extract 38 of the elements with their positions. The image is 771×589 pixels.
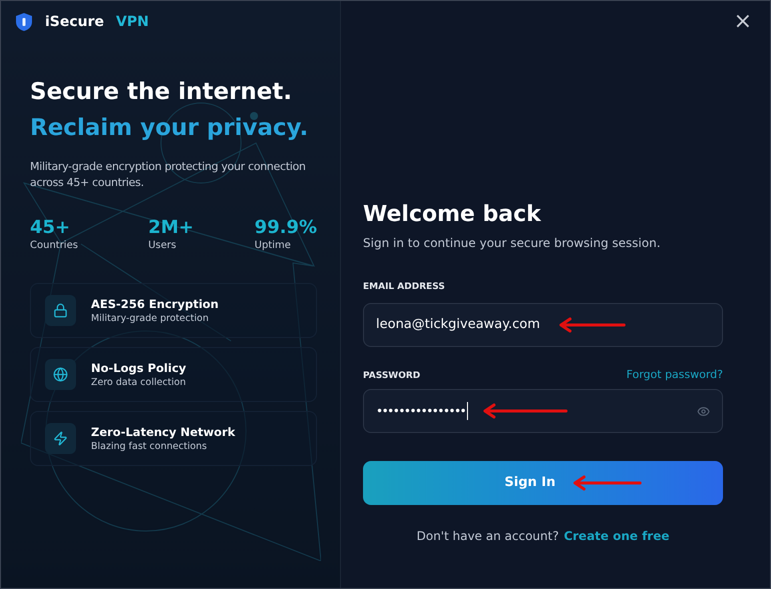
feature-subtitle: Blazing fast connections: [91, 440, 208, 452]
feature-subtitle: Zero data collection: [91, 376, 186, 388]
email-field[interactable]: leona@tickgiveaway.com: [363, 302, 723, 346]
annotation-arrow-icon: [482, 403, 568, 419]
hero-description: Military-grade encryption protecting your connection across 45+ countries.: [30, 159, 307, 191]
shield-logo-icon: [15, 12, 33, 32]
feature-title: No-Logs Policy: [91, 360, 186, 376]
stat-value: 45+: [30, 217, 72, 239]
login-subtitle: Sign in to continue your secure browsing session.: [363, 235, 662, 251]
email-label: EMAIL ADDRESS: [363, 281, 446, 294]
close-button[interactable]: ×: [730, 11, 756, 33]
signup-prompt: Don't have an account?: [416, 528, 559, 545]
stat-value: 2M+: [148, 217, 195, 239]
forgot-password-link[interactable]: Forgot password?: [626, 366, 723, 383]
lock-icon: [53, 303, 68, 318]
stat-value: 99.9%: [254, 217, 317, 239]
app-name-accent: VPN: [116, 12, 149, 32]
login-title: Welcome back: [363, 201, 542, 229]
app-name: iSecure: [45, 12, 104, 32]
lightning-icon: [53, 431, 68, 446]
password-field[interactable]: ••••••••••••••••: [363, 389, 723, 433]
stat-label: Users: [148, 239, 178, 253]
feature-title: Zero-Latency Network: [91, 424, 236, 440]
create-account-link[interactable]: Create one free: [564, 527, 670, 545]
eye-icon[interactable]: [697, 404, 710, 418]
hero-title: Secure the internet.: [30, 78, 293, 107]
sign-in-button[interactable]: Sign In: [363, 461, 723, 505]
stat-label: Uptime: [254, 239, 292, 253]
stat-label: Countries: [30, 239, 79, 253]
globe-icon: [53, 367, 68, 382]
feature-subtitle: Military-grade protection: [91, 312, 210, 324]
email-value: leona@tickgiveaway.com: [376, 316, 540, 334]
annotation-arrow-icon: [558, 316, 626, 332]
password-label: PASSWORD: [363, 370, 420, 382]
annotation-arrow-icon: [572, 475, 642, 491]
hero-subtitle: Reclaim your privacy.: [30, 114, 310, 143]
password-value: ••••••••••••••••: [376, 403, 466, 420]
feature-title: AES-256 Encryption: [91, 296, 219, 312]
